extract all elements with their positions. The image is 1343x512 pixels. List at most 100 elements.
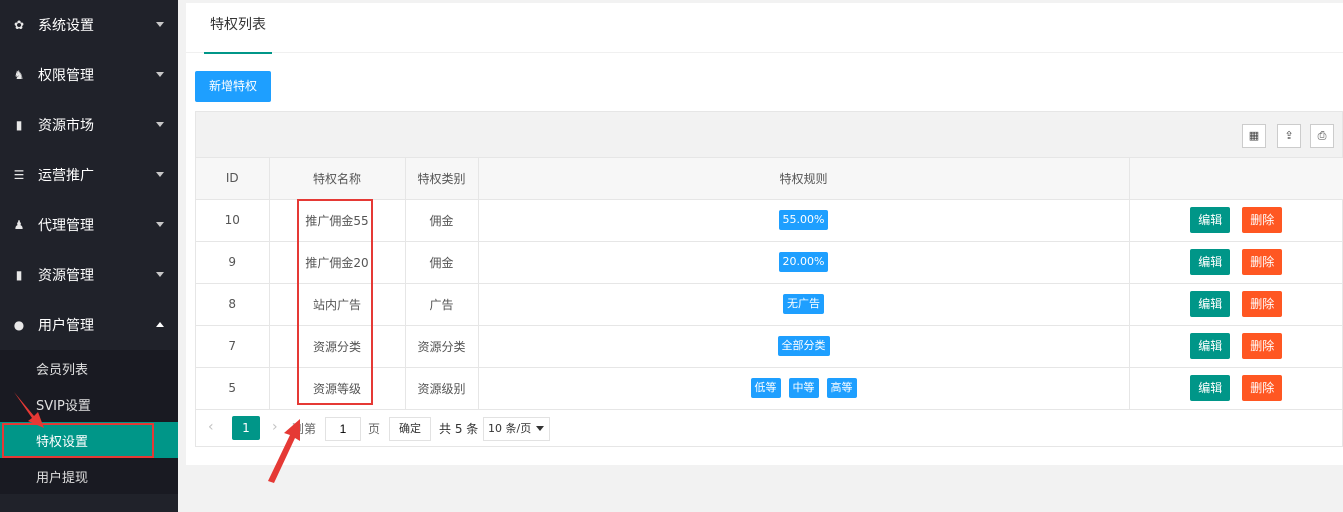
cell-name: 推广佣金20 bbox=[269, 241, 406, 284]
chevron-down-icon bbox=[156, 22, 164, 27]
filter-columns-icon[interactable]: ▦ bbox=[1242, 124, 1266, 148]
sidebar-item-label: 用户管理 bbox=[38, 318, 94, 334]
print-icon[interactable]: ⎙ bbox=[1310, 124, 1334, 148]
column-header: 特权名称 bbox=[269, 158, 406, 200]
table-toolbar: ▦ ⇪ ⎙ bbox=[196, 112, 1342, 158]
chevron-down-icon bbox=[156, 72, 164, 77]
cell-id: 5 bbox=[196, 367, 270, 410]
chevron-down-icon bbox=[156, 172, 164, 177]
delete-button[interactable]: 删除 bbox=[1242, 249, 1283, 275]
delete-button[interactable]: 删除 bbox=[1242, 375, 1283, 401]
cell-id: 10 bbox=[196, 199, 270, 242]
data-table: ID 特权名称 特权类别 特权规则 10 推广佣金55 佣金 55.00% 编辑… bbox=[196, 158, 1343, 410]
current-page[interactable]: 1 bbox=[232, 415, 260, 440]
table-row: 8 站内广告 广告 无广告 编辑 删除 bbox=[196, 283, 1343, 326]
cell-rules: 低等 中等 高等 bbox=[478, 367, 1130, 410]
chevron-down-icon bbox=[536, 425, 544, 431]
sidebar-item-permissions[interactable]: ♞ 权限管理 bbox=[0, 50, 178, 100]
cell-name: 资源分类 bbox=[269, 325, 406, 368]
edit-button[interactable]: 编辑 bbox=[1190, 333, 1231, 359]
cell-actions: 编辑 删除 bbox=[1129, 325, 1343, 368]
chevron-down-icon bbox=[156, 272, 164, 277]
delete-button[interactable]: 删除 bbox=[1242, 291, 1283, 317]
cell-rules: 无广告 bbox=[478, 283, 1130, 326]
cell-category: 资源分类 bbox=[405, 325, 479, 368]
sidebar-subitem-members[interactable]: 会员列表 bbox=[0, 350, 178, 386]
rule-tag: 55.00% bbox=[778, 210, 829, 230]
table-row: 5 资源等级 资源级别 低等 中等 高等 编辑 删除 bbox=[196, 367, 1343, 410]
sidebar-subitem-svip[interactable]: SVIP设置 bbox=[0, 386, 178, 422]
total-count: 共 5 条 bbox=[439, 421, 479, 436]
edit-button[interactable]: 编辑 bbox=[1190, 291, 1231, 317]
column-header: 特权规则 bbox=[478, 158, 1130, 200]
next-page-icon[interactable]: › bbox=[272, 419, 278, 435]
sidebar-item-label: 运营推广 bbox=[38, 168, 94, 184]
export-icon[interactable]: ⇪ bbox=[1277, 124, 1301, 148]
pagination: ‹ 1 › 到第 页 确定 共 5 条 10 条/页 bbox=[196, 410, 1342, 446]
sidebar: ✿ 系统设置 ♞ 权限管理 ▮ 资源市场 ☰ 运营推广 ♟ 代理管理 ▮ 资源管… bbox=[0, 0, 178, 512]
prev-page-icon[interactable]: ‹ bbox=[208, 419, 214, 435]
folder-icon: ▮ bbox=[15, 118, 23, 132]
chevron-down-icon bbox=[156, 122, 164, 127]
rule-tag: 无广告 bbox=[783, 294, 824, 314]
add-privilege-button[interactable]: 新增特权 bbox=[195, 71, 271, 102]
cell-id: 8 bbox=[196, 283, 270, 326]
table-row: 9 推广佣金20 佣金 20.00% 编辑 删除 bbox=[196, 241, 1343, 284]
privilege-table: ▦ ⇪ ⎙ ID 特权名称 特权类别 特权规则 10 推广佣金55 佣金 55.… bbox=[195, 111, 1343, 447]
cell-actions: 编辑 删除 bbox=[1129, 283, 1343, 326]
chevron-down-icon bbox=[156, 222, 164, 227]
column-header: 特权类别 bbox=[405, 158, 479, 200]
cell-id: 7 bbox=[196, 325, 270, 368]
goto-confirm-button[interactable]: 确定 bbox=[389, 416, 431, 441]
cell-category: 资源级别 bbox=[405, 367, 479, 410]
sidebar-item-label: 代理管理 bbox=[38, 218, 94, 234]
cell-category: 佣金 bbox=[405, 199, 479, 242]
sidebar-item-agents[interactable]: ♟ 代理管理 bbox=[0, 200, 178, 250]
sidebar-submenu-users: 会员列表 SVIP设置 特权设置 用户提现 bbox=[0, 350, 178, 494]
table-header-row: ID 特权名称 特权类别 特权规则 bbox=[196, 158, 1343, 200]
key-icon: ♞ bbox=[13, 68, 25, 82]
cell-actions: 编辑 删除 bbox=[1129, 367, 1343, 410]
sidebar-item-resource-market[interactable]: ▮ 资源市场 bbox=[0, 100, 178, 150]
sidebar-item-system-settings[interactable]: ✿ 系统设置 bbox=[0, 0, 178, 50]
tab-bar: 特权列表 bbox=[186, 3, 1343, 54]
cell-actions: 编辑 删除 bbox=[1129, 199, 1343, 242]
user-icon: ● bbox=[13, 318, 25, 332]
sidebar-item-users[interactable]: ● 用户管理 bbox=[0, 300, 178, 350]
rule-tag: 中等 bbox=[788, 378, 819, 398]
goto-page-input[interactable] bbox=[325, 416, 361, 441]
sidebar-item-operations[interactable]: ☰ 运营推广 bbox=[0, 150, 178, 200]
column-header: ID bbox=[196, 158, 270, 200]
sidebar-item-label: 资源市场 bbox=[38, 118, 94, 134]
delete-button[interactable]: 删除 bbox=[1242, 207, 1283, 233]
main-panel: 特权列表 新增特权 ▦ ⇪ ⎙ ID 特权名称 特权类别 特权规则 10 推广佣… bbox=[186, 3, 1343, 465]
edit-button[interactable]: 编辑 bbox=[1190, 375, 1231, 401]
page-size-select[interactable]: 10 条/页 bbox=[483, 416, 550, 441]
delete-button[interactable]: 删除 bbox=[1242, 333, 1283, 359]
sidebar-item-resources[interactable]: ▮ 资源管理 bbox=[0, 250, 178, 300]
table-row: 10 推广佣金55 佣金 55.00% 编辑 删除 bbox=[196, 199, 1343, 242]
highlight-box bbox=[2, 423, 154, 458]
rule-tag: 全部分类 bbox=[777, 336, 830, 356]
edit-button[interactable]: 编辑 bbox=[1190, 249, 1231, 275]
sidebar-item-label: 权限管理 bbox=[38, 68, 94, 84]
sidebar-item-label: 系统设置 bbox=[38, 18, 94, 34]
cell-name: 站内广告 bbox=[269, 283, 406, 326]
tab-privilege-list[interactable]: 特权列表 bbox=[204, 3, 272, 54]
rule-tag: 高等 bbox=[826, 378, 857, 398]
page-unit-label: 页 bbox=[368, 421, 381, 436]
cell-name: 资源等级 bbox=[269, 367, 406, 410]
cell-actions: 编辑 删除 bbox=[1129, 241, 1343, 284]
sidebar-subitem-withdrawals[interactable]: 用户提现 bbox=[0, 458, 178, 494]
rule-tag: 低等 bbox=[750, 378, 781, 398]
user-group-icon: ♟ bbox=[13, 218, 25, 232]
cell-name: 推广佣金55 bbox=[269, 199, 406, 242]
cell-id: 9 bbox=[196, 241, 270, 284]
sidebar-item-label: 资源管理 bbox=[38, 268, 94, 284]
edit-button[interactable]: 编辑 bbox=[1190, 207, 1231, 233]
page-size-value: 10 条/页 bbox=[488, 421, 532, 435]
cell-rules: 全部分类 bbox=[478, 325, 1130, 368]
cell-category: 广告 bbox=[405, 283, 479, 326]
cell-category: 佣金 bbox=[405, 241, 479, 284]
sidebar-subitem-privileges[interactable]: 特权设置 bbox=[0, 422, 178, 458]
